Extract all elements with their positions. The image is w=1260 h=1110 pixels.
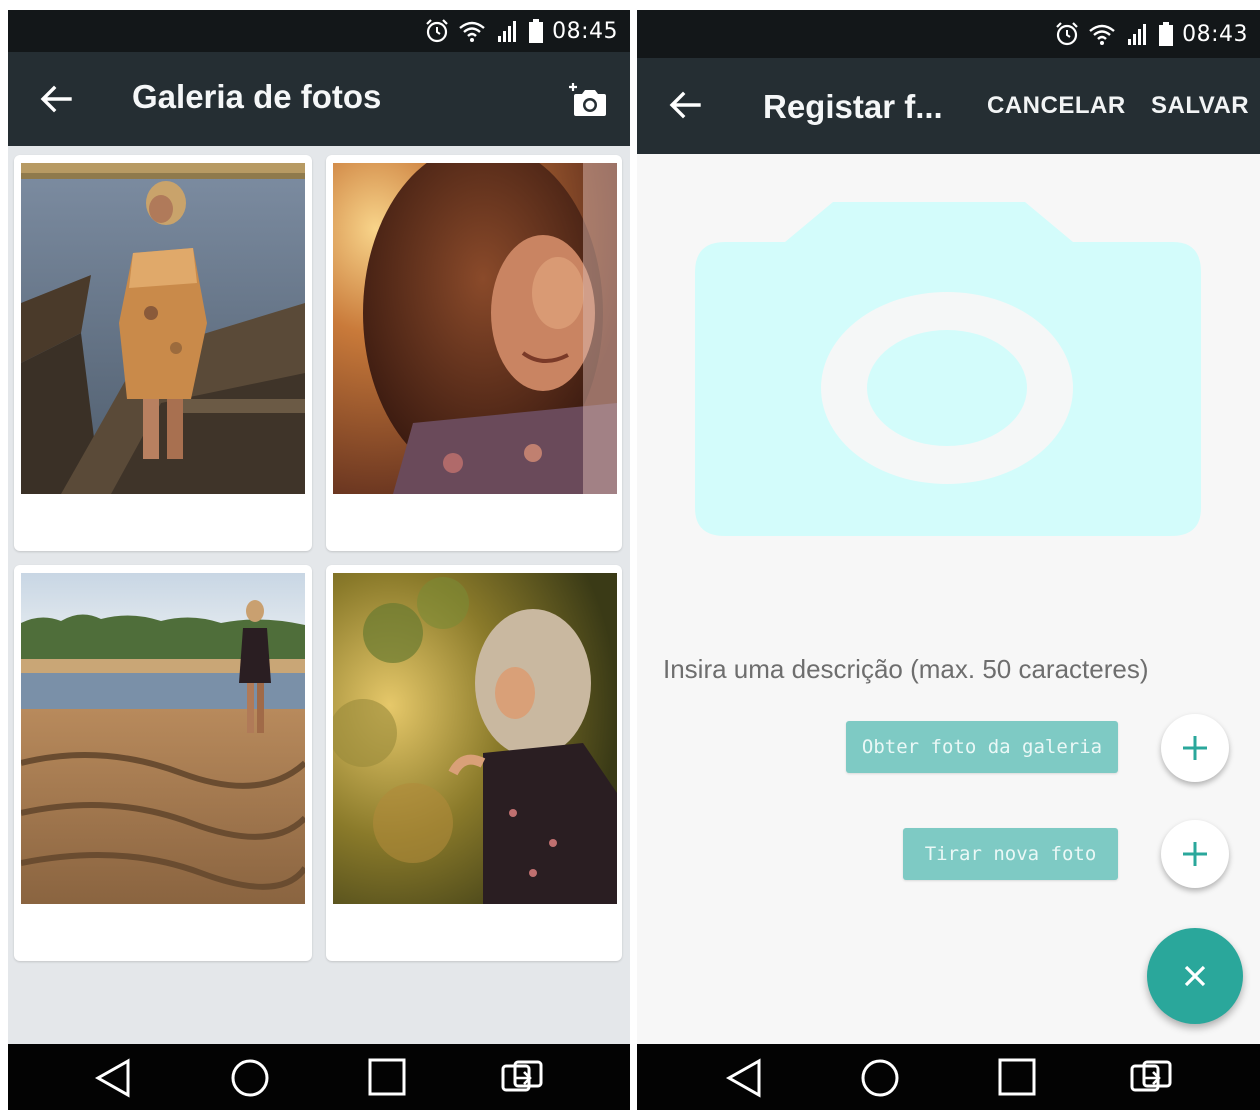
save-button[interactable]: SALVAR	[1151, 92, 1249, 120]
nav-recents-icon[interactable]	[995, 1058, 1039, 1098]
add-camera-icon[interactable]	[568, 82, 608, 118]
photo-card[interactable]	[14, 565, 312, 961]
gallery-screen: 08:45 Galeria de fotos	[8, 10, 630, 1110]
description-input[interactable]: Insira uma descrição (max. 50 caracteres…	[663, 654, 1149, 685]
alarm-icon	[1056, 22, 1078, 46]
app-bar: Registar f... CANCELAR SALVAR	[637, 58, 1260, 154]
system-nav-bar	[637, 1044, 1260, 1110]
wifi-icon	[459, 21, 485, 42]
back-arrow-icon[interactable]	[36, 79, 76, 119]
plus-icon	[1183, 736, 1207, 760]
alarm-icon	[426, 19, 448, 43]
nav-switch-icon[interactable]	[1129, 1058, 1173, 1098]
wifi-icon	[1089, 24, 1115, 45]
woman-on-beach-photo	[21, 573, 305, 904]
camera-photo-button-label: Tirar nova foto	[924, 843, 1097, 865]
nav-home-icon[interactable]	[228, 1058, 272, 1098]
status-bar: 08:45	[8, 10, 630, 52]
nav-back-icon[interactable]	[92, 1058, 136, 1098]
photo-card[interactable]	[326, 155, 622, 551]
signal-icon	[498, 21, 517, 42]
battery-icon	[1159, 22, 1174, 46]
woman-in-field-photo	[333, 573, 617, 904]
back-arrow-icon[interactable]	[665, 85, 705, 125]
photo-card[interactable]	[14, 155, 312, 551]
gallery-photo-button-label: Obter foto da galeria	[861, 736, 1103, 758]
nav-back-icon[interactable]	[723, 1058, 767, 1098]
close-menu-fab[interactable]	[1147, 928, 1243, 1024]
status-time: 08:45	[552, 18, 618, 44]
register-photo-screen: 08:43 Registar f... CANCELAR SALVAR Insi…	[637, 10, 1260, 1110]
camera-photo-fab[interactable]	[1161, 820, 1229, 888]
page-title: Registar f...	[763, 88, 943, 125]
status-time: 08:43	[1182, 21, 1248, 47]
system-nav-bar	[8, 1044, 630, 1110]
cancel-button[interactable]: CANCELAR	[987, 92, 1126, 120]
woman-on-boat-photo	[21, 163, 305, 494]
nav-recents-icon[interactable]	[365, 1058, 409, 1098]
nav-switch-icon[interactable]	[500, 1058, 544, 1098]
gallery-photo-button[interactable]: Obter foto da galeria	[846, 721, 1118, 773]
gallery-photo-fab[interactable]	[1161, 714, 1229, 782]
woman-sunset-portrait-photo	[333, 163, 617, 494]
page-title: Galeria de fotos	[132, 78, 382, 115]
app-bar: Galeria de fotos	[8, 52, 630, 146]
photo-card[interactable]	[326, 565, 622, 961]
plus-icon	[1183, 842, 1207, 866]
close-icon	[1184, 965, 1206, 987]
battery-icon	[529, 19, 544, 43]
status-bar: 08:43	[637, 10, 1260, 58]
camera-photo-button[interactable]: Tirar nova foto	[903, 828, 1118, 880]
nav-home-icon[interactable]	[858, 1058, 902, 1098]
signal-icon	[1128, 24, 1147, 45]
camera-placeholder-icon[interactable]	[695, 198, 1201, 538]
